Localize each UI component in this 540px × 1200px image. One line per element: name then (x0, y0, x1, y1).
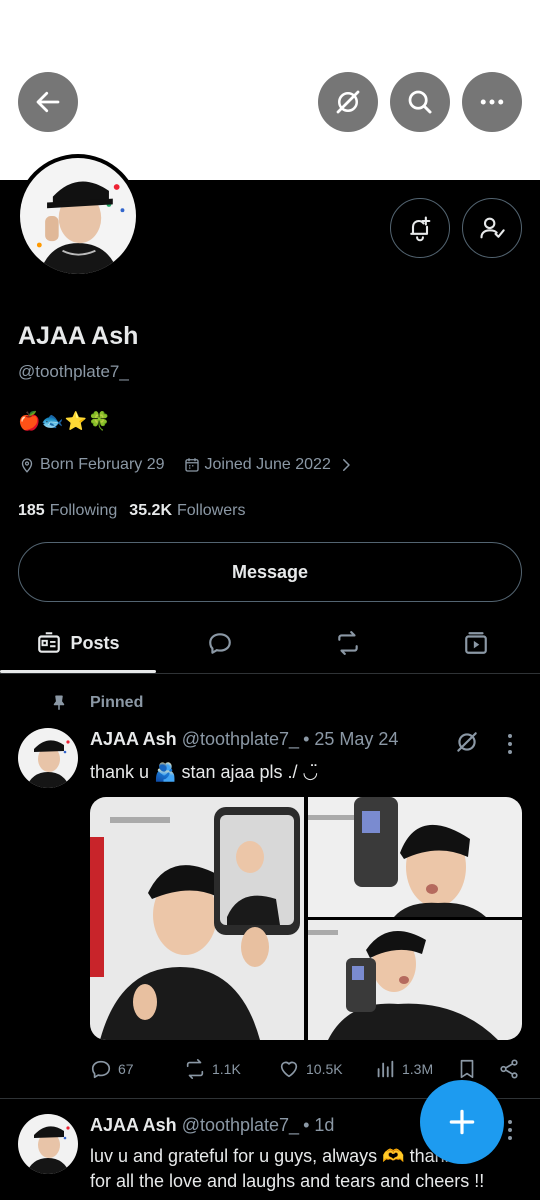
views-count: 1.3M (402, 1061, 434, 1077)
media-icon (465, 632, 487, 654)
views-button[interactable]: 1.3M (374, 1058, 433, 1080)
joined-text: Joined June 2022 (204, 456, 331, 473)
profile-meta: Born February 29 Joined June 2022 (18, 456, 377, 474)
mirror-selfie-photo (90, 797, 304, 1040)
views-chart-icon (377, 1060, 394, 1078)
following-label: Following (49, 502, 118, 519)
profile-handle: @toothplate7_ (18, 362, 129, 381)
like-count: 10.5K (306, 1061, 343, 1077)
post-author-name[interactable]: AJAA Ash (90, 1115, 177, 1136)
post-author-handle[interactable]: @toothplate7_ (182, 729, 299, 750)
post-header: AJAA Ash @toothplate7_ • 1d (90, 1115, 334, 1136)
post-time[interactable]: • 1d (303, 1115, 334, 1136)
post-text: thank u 🫂 stan ajaa pls ./ ◡̈ (90, 762, 319, 782)
post-more-button[interactable] (506, 732, 514, 756)
post-time[interactable]: • 25 May 24 (303, 729, 398, 750)
arrow-left-icon (36, 91, 60, 113)
share-icon (500, 1059, 518, 1079)
profile-avatar[interactable] (16, 154, 140, 278)
post-author-handle[interactable]: @toothplate7_ (182, 1115, 299, 1136)
posts-icon (38, 632, 61, 653)
location-pin-icon (21, 458, 33, 473)
tab-media[interactable] (412, 612, 540, 674)
born-text: Born February 29 (40, 456, 165, 473)
reply-count: 67 (118, 1061, 134, 1077)
search-icon (408, 90, 432, 114)
followers-label: Followers (177, 502, 246, 519)
birthday-info: Born February 29 (18, 456, 165, 474)
more-button[interactable] (462, 72, 522, 132)
grok-slash-icon (336, 90, 360, 114)
back-button[interactable] (18, 72, 78, 132)
grok-button[interactable] (318, 72, 378, 132)
grok-slash-icon[interactable] (454, 729, 480, 755)
reply-icon (91, 1060, 111, 1079)
following-link[interactable]: 185 Following (18, 502, 117, 520)
more-horizontal-icon (480, 99, 504, 105)
post-media-grid[interactable] (90, 797, 522, 1040)
heart-icon (280, 1061, 298, 1078)
bookmark-button[interactable] (456, 1058, 484, 1080)
mirror-selfie-photo (308, 797, 522, 917)
bookmark-icon (460, 1059, 474, 1079)
pin-icon (53, 695, 65, 710)
profile-bio: 🍎🐟⭐🍀 (18, 411, 112, 431)
media-photo-1[interactable] (90, 797, 304, 1040)
reposts-icon (338, 631, 358, 655)
tab-posts-label: Posts (70, 632, 120, 653)
repost-icon (186, 1059, 204, 1079)
pinned-indicator: Pinned (50, 694, 143, 712)
media-photo-2[interactable] (308, 797, 522, 917)
reply-button[interactable]: 67 (90, 1058, 134, 1080)
profile-tabs: Posts (0, 612, 540, 674)
joined-info[interactable]: Joined June 2022 (183, 456, 359, 474)
calendar-icon (184, 458, 199, 472)
plus-icon (449, 1109, 475, 1135)
post-avatar[interactable] (18, 1114, 78, 1174)
post-author-name[interactable]: AJAA Ash (90, 729, 177, 750)
chevron-right-icon (342, 459, 350, 471)
message-button[interactable]: Message (18, 542, 522, 602)
post-text-line-1: luv u and grateful for u guys, always 🫶 … (90, 1146, 469, 1166)
followers-link[interactable]: 35.2K Followers (129, 502, 245, 520)
avatar-photo (20, 158, 136, 274)
repost-button[interactable]: 1.1K (184, 1058, 241, 1080)
follow-stats: 185 Following 35.2K Followers (18, 502, 257, 520)
post-header: AJAA Ash @toothplate7_ • 25 May 24 (90, 729, 398, 750)
tab-replies[interactable] (156, 612, 284, 674)
followers-count: 35.2K (129, 502, 172, 519)
post-more-button[interactable] (506, 1118, 514, 1142)
search-button[interactable] (390, 72, 450, 132)
replies-icon (209, 633, 231, 654)
pinned-label: Pinned (90, 694, 144, 711)
share-button[interactable] (498, 1058, 526, 1080)
profile-banner[interactable] (0, 0, 540, 180)
active-tab-indicator (0, 670, 156, 673)
notifications-button[interactable] (390, 198, 450, 258)
bell-plus-icon (410, 216, 431, 242)
media-photo-3[interactable] (308, 920, 522, 1040)
tab-reposts[interactable] (284, 612, 412, 674)
post-avatar[interactable] (18, 728, 78, 788)
mirror-selfie-photo (308, 920, 522, 1040)
avatar-photo (18, 1114, 78, 1174)
following-count: 185 (18, 502, 45, 519)
profile-name: AJAA Ash (18, 322, 139, 350)
post-text-line-2: for all the love and laughs and tears an… (90, 1171, 485, 1191)
compose-button[interactable] (420, 1080, 504, 1164)
avatar-photo (18, 728, 78, 788)
tab-posts[interactable]: Posts (0, 612, 156, 674)
repost-count: 1.1K (212, 1061, 241, 1077)
following-button[interactable] (462, 198, 522, 258)
user-check-icon (480, 217, 505, 239)
like-button[interactable]: 10.5K (278, 1058, 343, 1080)
